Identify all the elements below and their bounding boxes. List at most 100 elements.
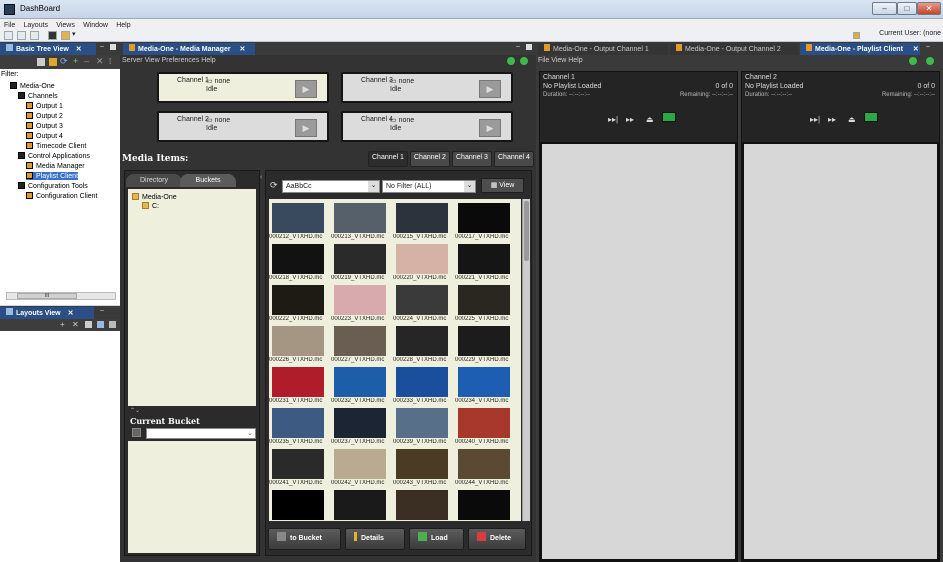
play-button[interactable]: ▶	[295, 119, 317, 137]
media-thumbnail[interactable]: 000219_VTXHD.mc	[331, 244, 389, 285]
tab-media-manager[interactable]: Media-One - Media Manager ✕	[123, 43, 255, 55]
minimize-button[interactable]: –	[872, 2, 897, 15]
menu-server[interactable]: Server	[122, 57, 143, 64]
media-thumbnail[interactable]: 000212_VTXHD.mc	[269, 203, 327, 244]
tree-item-output-4[interactable]: Output 4	[26, 132, 63, 140]
panel-minimize-icon[interactable]: –	[100, 307, 104, 314]
media-thumbnail[interactable]: 000231_VTXHD.mc	[269, 367, 327, 408]
menu-help[interactable]: Help	[116, 22, 130, 29]
save-all-icon[interactable]	[30, 31, 39, 40]
media-thumbnail[interactable]: 000234_VTXHD.mc	[455, 367, 513, 408]
media-thumbnail[interactable]	[455, 490, 513, 521]
panel-minimize-icon[interactable]: –	[100, 43, 104, 50]
media-thumbnail[interactable]	[393, 490, 451, 521]
skip-next-button[interactable]: ▸▸|	[608, 115, 618, 125]
refresh-icon[interactable]: ⟳	[270, 180, 278, 191]
menu-help[interactable]: Help	[201, 57, 215, 64]
collapse-left-icon[interactable]: ‹	[260, 174, 262, 181]
search-input[interactable]: AaBbCc ⌄	[282, 180, 380, 193]
scroll-thumb[interactable]: III	[17, 293, 77, 299]
dropdown-arrow-icon[interactable]: ▾	[72, 30, 76, 38]
refresh-icon[interactable]: ⟳	[60, 56, 68, 67]
eject-button[interactable]: ⏏	[848, 115, 856, 125]
tree-h-scrollbar[interactable]: III	[6, 292, 116, 300]
thumbnail-v-scrollbar[interactable]	[522, 199, 530, 521]
delete-layout-icon[interactable]: ✕	[72, 320, 79, 329]
tree-icon[interactable]	[37, 58, 45, 66]
remove-icon[interactable]: –	[84, 56, 89, 66]
menu-file[interactable]: File	[4, 22, 15, 29]
tree-item-output-2[interactable]: Output 2	[26, 112, 63, 120]
tab-output-channel-1[interactable]: Media-One - Output Channel 1	[538, 43, 668, 55]
media-thumbnail[interactable]: 000244_VTXHD.mc	[455, 449, 513, 490]
media-thumbnail[interactable]: 000215_VTXHD.mc	[393, 203, 451, 244]
panel-maximize-icon[interactable]	[526, 44, 532, 50]
maximize-button[interactable]: □	[897, 2, 917, 15]
tree-item-control-applications[interactable]: Control Applications	[18, 152, 90, 160]
tab-basic-tree-view[interactable]: Basic Tree View ✕	[0, 43, 96, 55]
panel-minimize-icon[interactable]: –	[516, 43, 520, 50]
media-thumbnail[interactable]: 000221_VTXHD.mc	[455, 244, 513, 285]
delete-button[interactable]: Delete	[468, 528, 526, 550]
media-thumbnail[interactable]: 000222_VTXHD.mc	[269, 285, 327, 326]
tree-item-configuration-tools[interactable]: Configuration Tools	[18, 182, 88, 190]
save-as-icon[interactable]	[17, 31, 26, 40]
tree-item-media-manager[interactable]: Media Manager	[26, 162, 85, 170]
channel-card-1[interactable]: Channel 1 ▭ none Idle ▶	[157, 72, 329, 103]
media-thumbnail[interactable]: 000237_VTXHD.mc	[331, 408, 389, 449]
media-thumbnail[interactable]: 000235_VTXHD.mc	[269, 408, 327, 449]
close-icon[interactable]: ✕	[240, 46, 246, 53]
menu-help[interactable]: Help	[568, 57, 582, 64]
menu-view[interactable]: View	[145, 57, 160, 64]
channel-status-icon[interactable]	[864, 112, 878, 122]
options-icon[interactable]: ⁞	[109, 57, 111, 66]
tree-item-output-3[interactable]: Output 3	[26, 122, 63, 130]
media-thumbnail[interactable]: 000226_VTXHD.mc	[269, 326, 327, 367]
channel-button-4[interactable]: Channel 4	[494, 151, 534, 167]
fast-forward-button[interactable]: ▸▸	[626, 115, 634, 125]
tree-item-configuration-client[interactable]: Configuration Client	[26, 192, 97, 200]
close-icon[interactable]: ✕	[76, 46, 82, 53]
panel-minimize-icon[interactable]: –	[926, 43, 930, 50]
media-thumbnail[interactable]: 000239_VTXHD.mc	[393, 408, 451, 449]
tab-layouts-view[interactable]: Layouts View ✕	[0, 307, 94, 319]
current-bucket-select[interactable]: ⌄	[146, 428, 256, 439]
to-bucket-button[interactable]: to Bucket	[268, 528, 341, 550]
splitter-handle-icon[interactable]: ⌃⌄	[130, 407, 140, 414]
tab-directory[interactable]: Directory	[126, 174, 182, 187]
tab-buckets[interactable]: Buckets	[180, 174, 236, 187]
menu-file[interactable]: File	[538, 57, 549, 64]
tree-item-output-1[interactable]: Output 1	[26, 102, 63, 110]
save-icon[interactable]	[4, 31, 13, 40]
media-thumbnail[interactable]: 000217_VTXHD.mc	[455, 203, 513, 244]
tree-item-playlist-client[interactable]: Playlist Client	[26, 172, 79, 180]
dropdown-arrow-icon[interactable]: ⌄	[368, 181, 379, 192]
media-thumbnail[interactable]: 000228_VTXHD.mc	[393, 326, 451, 367]
media-thumbnail[interactable]: 000218_VTXHD.mc	[269, 244, 327, 285]
media-thumbnail[interactable]: 000233_VTXHD.mc	[393, 367, 451, 408]
add-layout-icon[interactable]: +	[60, 320, 65, 329]
media-thumbnail[interactable]: 000220_VTXHD.mc	[393, 244, 451, 285]
channel-card-2[interactable]: Channel 2 ▭ none Idle ▶	[157, 111, 329, 142]
media-thumbnail[interactable]: 000225_VTXHD.mc	[455, 285, 513, 326]
panel-maximize-icon[interactable]	[110, 44, 116, 50]
menu-preferences[interactable]: Preferences	[162, 57, 200, 64]
play-button[interactable]: ▶	[295, 80, 317, 98]
add-icon[interactable]: +	[73, 56, 78, 66]
media-thumbnail[interactable]: 000229_VTXHD.mc	[455, 326, 513, 367]
tree-item-timecode-client[interactable]: Timecode Client	[26, 142, 86, 150]
dropdown-arrow-icon[interactable]: ⌄	[247, 429, 253, 437]
media-thumbnail[interactable]: 000227_VTXHD.mc	[331, 326, 389, 367]
menu-view[interactable]: View	[551, 57, 566, 64]
channel-button-2[interactable]: Channel 2	[410, 151, 450, 167]
media-thumbnail[interactable]: 000224_VTXHD.mc	[393, 285, 451, 326]
media-thumbnail[interactable]	[331, 490, 389, 521]
menu-layouts[interactable]: Layouts	[24, 22, 49, 29]
media-thumbnail[interactable]: 000213_VTXHD.mc	[331, 203, 389, 244]
media-thumbnail[interactable]: 000240_VTXHD.mc	[455, 408, 513, 449]
fast-forward-button[interactable]: ▸▸	[828, 115, 836, 125]
close-button[interactable]: ✕	[917, 2, 941, 15]
menu-window[interactable]: Window	[83, 22, 108, 29]
close-icon[interactable]: ✕	[913, 46, 919, 53]
image-icon[interactable]	[109, 321, 116, 328]
